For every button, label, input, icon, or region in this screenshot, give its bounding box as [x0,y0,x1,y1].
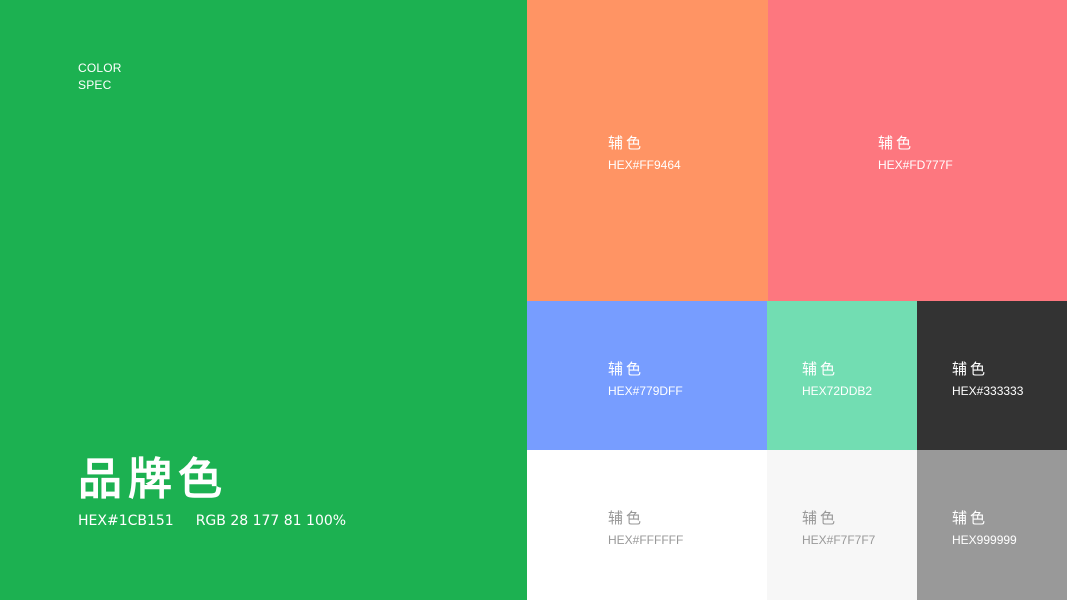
swatch-orange: 辅色 HEX#FF9464 [527,0,768,301]
swatch-hex: HEX#FD777F [878,158,953,172]
swatch-hex: HEX#F7F7F7 [802,533,876,547]
swatch-gray: 辅色 HEX999999 [917,450,1067,600]
swatch-name: 辅色 [952,509,989,527]
color-spec-label: COLOR SPEC [78,60,122,94]
spec-label-line-2: SPEC [78,78,112,92]
primary-hex-code: HEX#1CB151 [78,513,174,529]
swatch-name: 辅色 [608,134,645,152]
swatch-hex: HEX#FF9464 [608,158,681,172]
swatch-hex: HEX#779DFF [608,384,683,398]
swatch-white: 辅色 HEX#FFFFFF [527,450,767,600]
swatch-hex: HEX999999 [952,533,1017,547]
primary-color-title: 品牌色 [78,454,228,505]
swatch-name: 辅色 [952,360,989,378]
swatch-hex: HEX#333333 [952,384,1024,398]
swatch-name: 辅色 [878,134,915,152]
swatch-light-gray: 辅色 HEX#F7F7F7 [767,450,917,600]
swatch-coral: 辅色 HEX#FD777F [768,0,1067,301]
primary-color-panel: COLOR SPEC 品牌色 HEX#1CB151 RGB 28 177 81 1… [0,0,527,600]
swatch-name: 辅色 [802,360,839,378]
primary-color-codes: HEX#1CB151 RGB 28 177 81 100% [78,512,346,530]
swatch-hex: HEX#FFFFFF [608,533,684,547]
color-spec-page: COLOR SPEC 品牌色 HEX#1CB151 RGB 28 177 81 1… [0,0,1067,600]
swatch-mint: 辅色 HEX72DDB2 [767,301,917,450]
swatch-charcoal: 辅色 HEX#333333 [917,301,1067,450]
spec-label-line-1: COLOR [78,61,122,75]
swatch-hex: HEX72DDB2 [802,384,873,398]
swatch-name: 辅色 [608,509,645,527]
swatch-blue: 辅色 HEX#779DFF [527,301,767,450]
primary-rgb-code: RGB 28 177 81 100% [195,513,347,529]
swatch-name: 辅色 [608,360,645,378]
swatch-name: 辅色 [802,509,839,527]
